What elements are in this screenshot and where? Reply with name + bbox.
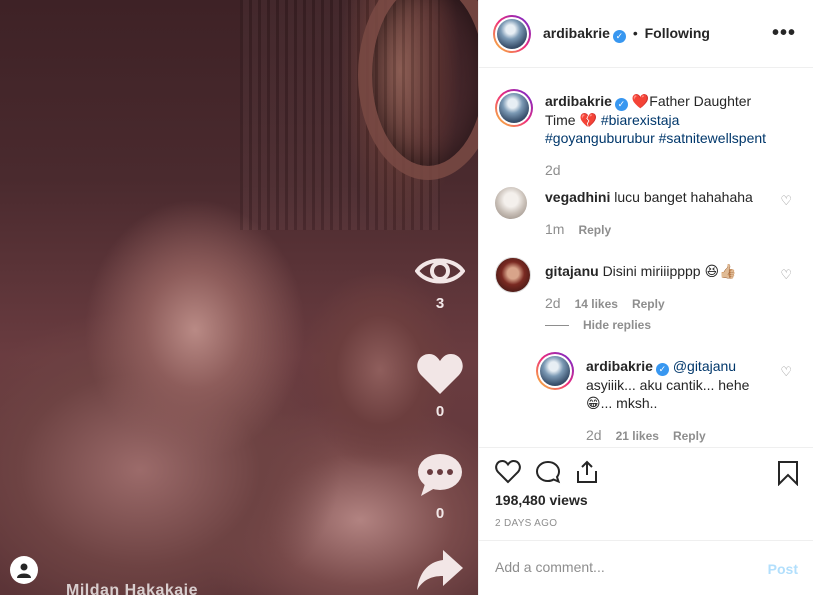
reply-text: ardibakrie ✓ @gitajanu asyiiik... aku can… <box>586 357 766 412</box>
reply-link[interactable]: Reply <box>578 223 611 237</box>
post-date[interactable]: 2 DAYS AGO <box>495 518 557 529</box>
heart-icon <box>417 354 463 394</box>
like-heart-icon[interactable] <box>495 460 521 484</box>
eye-icon <box>414 258 466 284</box>
commenter-avatar[interactable] <box>495 257 531 293</box>
add-comment-section: Post <box>479 540 813 595</box>
comment-username[interactable]: gitajanu <box>545 263 599 279</box>
caption-avatar[interactable] <box>495 89 533 127</box>
commenter-avatar[interactable] <box>495 187 527 219</box>
bookmark-icon[interactable] <box>777 460 799 486</box>
video-overlay-text: Mildan Hakakaie <box>66 582 198 595</box>
separator-dot: • <box>632 25 638 41</box>
reply-avatar[interactable] <box>536 352 574 390</box>
reply-likes[interactable]: 21 likes <box>616 429 659 443</box>
comment-input[interactable] <box>495 559 745 575</box>
following-button[interactable]: Following <box>645 25 710 41</box>
reply-meta: 2d 21 likes Reply <box>586 427 706 443</box>
comment-text: vegadhini lucu banget hahahaha <box>545 188 775 206</box>
reply-link[interactable]: Reply <box>632 297 665 311</box>
verified-badge-icon: ✓ <box>614 98 628 111</box>
like-comment-heart-icon[interactable]: ♡ <box>780 267 792 283</box>
post-caption: ardibakrie ✓ ❤️Father Daughter Time 💔 #bi… <box>495 89 798 189</box>
view-count[interactable]: 198,480 views <box>495 492 588 508</box>
reply-mention[interactable]: @gitajanu <box>673 358 736 374</box>
comment-body: lucu banget hahahaha <box>614 189 753 205</box>
video-player[interactable]: 3 0 0 Mildan Hakakaie <box>0 0 478 595</box>
comment-meta: 1m Reply <box>545 221 611 237</box>
comment-meta: 2d 14 likes Reply <box>545 295 665 311</box>
header-user: ardibakrie ✓ • Following <box>543 25 710 43</box>
post-button[interactable]: Post <box>768 561 798 577</box>
red-heart-icon: 💔 <box>579 112 597 128</box>
red-heart-icon: ❤️ <box>631 93 650 109</box>
comment-item: vegadhini lucu banget hahahaha ♡ 1m Reply <box>495 185 798 245</box>
header-avatar[interactable] <box>493 15 531 53</box>
comment-body: Disini miriiipppp 😆👍🏼 <box>602 263 737 279</box>
caption-username[interactable]: ardibakrie <box>545 93 612 109</box>
user-profile-icon[interactable] <box>10 556 38 584</box>
views-count: 3 <box>435 295 445 312</box>
comment-item: gitajanu Disini miriiipppp 😆👍🏼 ♡ 2d 14 li… <box>495 257 798 337</box>
comment-stat[interactable]: 0 <box>410 452 470 522</box>
comment-time[interactable]: 1m <box>545 221 564 237</box>
views-stat[interactable]: 3 <box>410 254 470 312</box>
header-username[interactable]: ardibakrie <box>543 25 610 41</box>
post-actions: 198,480 views 2 DAYS AGO <box>479 447 813 539</box>
comment-text: gitajanu Disini miriiipppp 😆👍🏼 <box>545 262 775 280</box>
comments-count: 0 <box>435 505 445 522</box>
comment-username[interactable]: vegadhini <box>545 189 610 205</box>
comment-time[interactable]: 2d <box>545 295 561 311</box>
share-arrow-icon <box>417 550 463 590</box>
like-comment-heart-icon[interactable]: ♡ <box>780 364 792 380</box>
comment-bubble-icon <box>418 454 462 496</box>
verified-badge-icon: ✓ <box>655 363 669 376</box>
share-stat[interactable] <box>410 548 470 595</box>
likes-count: 0 <box>435 403 445 420</box>
like-comment-heart-icon[interactable]: ♡ <box>780 193 792 209</box>
reply-link[interactable]: Reply <box>673 429 706 443</box>
caption-time[interactable]: 2d <box>545 162 561 178</box>
reply-item: ardibakrie ✓ @gitajanu asyiiik... aku can… <box>536 351 798 447</box>
comment-icon[interactable] <box>535 460 561 484</box>
divider-line <box>545 325 569 327</box>
post-header: ardibakrie ✓ • Following ••• <box>479 0 813 68</box>
verified-badge-icon: ✓ <box>612 30 626 43</box>
reply-time[interactable]: 2d <box>586 427 602 443</box>
like-stat[interactable]: 0 <box>410 352 470 420</box>
share-icon[interactable] <box>575 460 599 484</box>
comments-list[interactable]: ardibakrie ✓ ❤️Father Daughter Time 💔 #bi… <box>479 69 813 447</box>
hide-replies-label: Hide replies <box>583 318 652 332</box>
caption-text: ardibakrie ✓ ❤️Father Daughter Time 💔 #bi… <box>545 92 785 147</box>
hide-replies-toggle[interactable]: Hide replies <box>545 318 651 332</box>
reply-username[interactable]: ardibakrie <box>586 358 653 374</box>
comment-likes[interactable]: 14 likes <box>575 297 618 311</box>
more-options-icon[interactable]: ••• <box>772 22 796 45</box>
post-detail-panel: ardibakrie ✓ • Following ••• ardibakrie ✓ … <box>478 0 813 595</box>
reply-body: asyiiik... aku cantik... hehe 😁... mksh.… <box>586 377 750 411</box>
